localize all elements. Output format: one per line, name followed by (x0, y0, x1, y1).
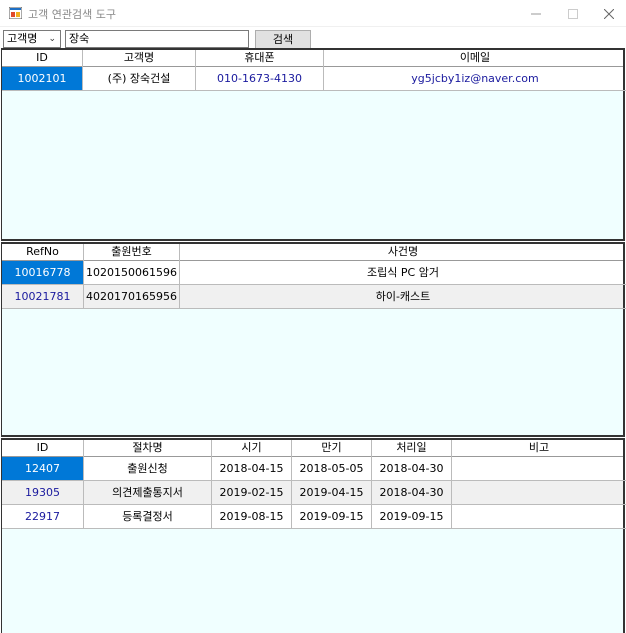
cell-phone[interactable]: 010-1673-4130 (196, 67, 324, 91)
cell-name[interactable]: 출원신청 (84, 457, 212, 481)
cell-done[interactable]: 2018-04-30 (372, 457, 452, 481)
minimize-icon (530, 13, 541, 14)
minimize-button[interactable] (517, 0, 554, 27)
customer-grid[interactable]: ID 고객명 휴대폰 이메일 1002101 (주) 장숙건설 010-1673… (1, 48, 626, 241)
table-row[interactable]: 1002101 (주) 장숙건설 010-1673-4130 yg5jcby1i… (2, 67, 626, 91)
column-header-title[interactable]: 사건명 (180, 244, 626, 261)
cell-id[interactable]: 19305 (2, 481, 84, 505)
column-header-note[interactable]: 비고 (452, 440, 626, 457)
column-header-email[interactable]: 이메일 (324, 50, 626, 67)
column-header-appno[interactable]: 출원번호 (84, 244, 180, 261)
cell-due[interactable]: 2019-04-15 (292, 481, 372, 505)
table-row[interactable]: 10016778 1020150061596 조립식 PC 암거 (2, 261, 626, 285)
field-select[interactable]: 고객명 ⌄ (3, 30, 61, 48)
column-header-phone[interactable]: 휴대폰 (196, 50, 324, 67)
app-icon (9, 7, 22, 19)
cell-id[interactable]: 12407 (2, 457, 84, 481)
column-header-done[interactable]: 처리일 (372, 440, 452, 457)
customer-grid-header: ID 고객명 휴대폰 이메일 (2, 50, 623, 67)
maximize-icon (567, 8, 578, 19)
column-header-name[interactable]: 고객명 (83, 50, 196, 67)
field-select-value: 고객명 (7, 32, 38, 45)
maximize-button[interactable] (554, 0, 591, 27)
window-title: 고객 연관검색 도구 (28, 8, 116, 21)
close-button[interactable] (590, 0, 626, 27)
cell-name[interactable]: (주) 장숙건설 (83, 67, 196, 91)
cell-appno[interactable]: 1020150061596 (84, 261, 180, 285)
cell-note[interactable] (452, 505, 626, 529)
cell-start[interactable]: 2018-04-15 (212, 457, 292, 481)
cell-name[interactable]: 등록결정서 (84, 505, 212, 529)
cell-name[interactable]: 의견제출통지서 (84, 481, 212, 505)
cell-title[interactable]: 하이-캐스트 (180, 285, 626, 309)
cell-title[interactable]: 조립식 PC 암거 (180, 261, 626, 285)
search-input[interactable]: 장숙 (65, 30, 249, 48)
cell-appno[interactable]: 4020170165956 (84, 285, 180, 309)
table-row[interactable]: 12407 출원신청 2018-04-15 2018-05-05 2018-04… (2, 457, 626, 481)
cell-note[interactable] (452, 457, 626, 481)
cell-id[interactable]: 1002101 (2, 67, 83, 91)
column-header-start[interactable]: 시기 (212, 440, 292, 457)
cell-start[interactable]: 2019-08-15 (212, 505, 292, 529)
column-header-refno[interactable]: RefNo (2, 244, 84, 261)
column-header-due[interactable]: 만기 (292, 440, 372, 457)
cell-refno[interactable]: 10021781 (2, 285, 84, 309)
chevron-down-icon: ⌄ (48, 34, 56, 44)
cell-done[interactable]: 2018-04-30 (372, 481, 452, 505)
cell-due[interactable]: 2018-05-05 (292, 457, 372, 481)
cell-done[interactable]: 2019-09-15 (372, 505, 452, 529)
cell-start[interactable]: 2019-02-15 (212, 481, 292, 505)
cell-note[interactable] (452, 481, 626, 505)
table-row[interactable]: 22917 등록결정서 2019-08-15 2019-09-15 2019-0… (2, 505, 626, 529)
column-header-name[interactable]: 절차명 (84, 440, 212, 457)
procedure-grid[interactable]: ID 절차명 시기 만기 처리일 비고 12407 출원신청 2018-04-1… (1, 438, 626, 633)
cell-refno[interactable]: 10016778 (2, 261, 84, 285)
search-button[interactable]: 검색 (255, 30, 311, 49)
cell-due[interactable]: 2019-09-15 (292, 505, 372, 529)
case-grid-header: RefNo 출원번호 사건명 (2, 244, 623, 261)
column-header-id[interactable]: ID (2, 440, 84, 457)
search-toolbar: 고객명 ⌄ 장숙 검색 (0, 27, 626, 50)
cell-id[interactable]: 22917 (2, 505, 84, 529)
column-header-id[interactable]: ID (2, 50, 83, 67)
close-icon (603, 8, 614, 19)
title-bar: 고객 연관검색 도구 (0, 0, 626, 27)
cell-email[interactable]: yg5jcby1iz@naver.com (324, 67, 626, 91)
table-row[interactable]: 10021781 4020170165956 하이-캐스트 (2, 285, 626, 309)
case-grid[interactable]: RefNo 출원번호 사건명 10016778 1020150061596 조립… (1, 242, 626, 437)
table-row[interactable]: 19305 의견제출통지서 2019-02-15 2019-04-15 2018… (2, 481, 626, 505)
procedure-grid-header: ID 절차명 시기 만기 처리일 비고 (2, 440, 623, 457)
